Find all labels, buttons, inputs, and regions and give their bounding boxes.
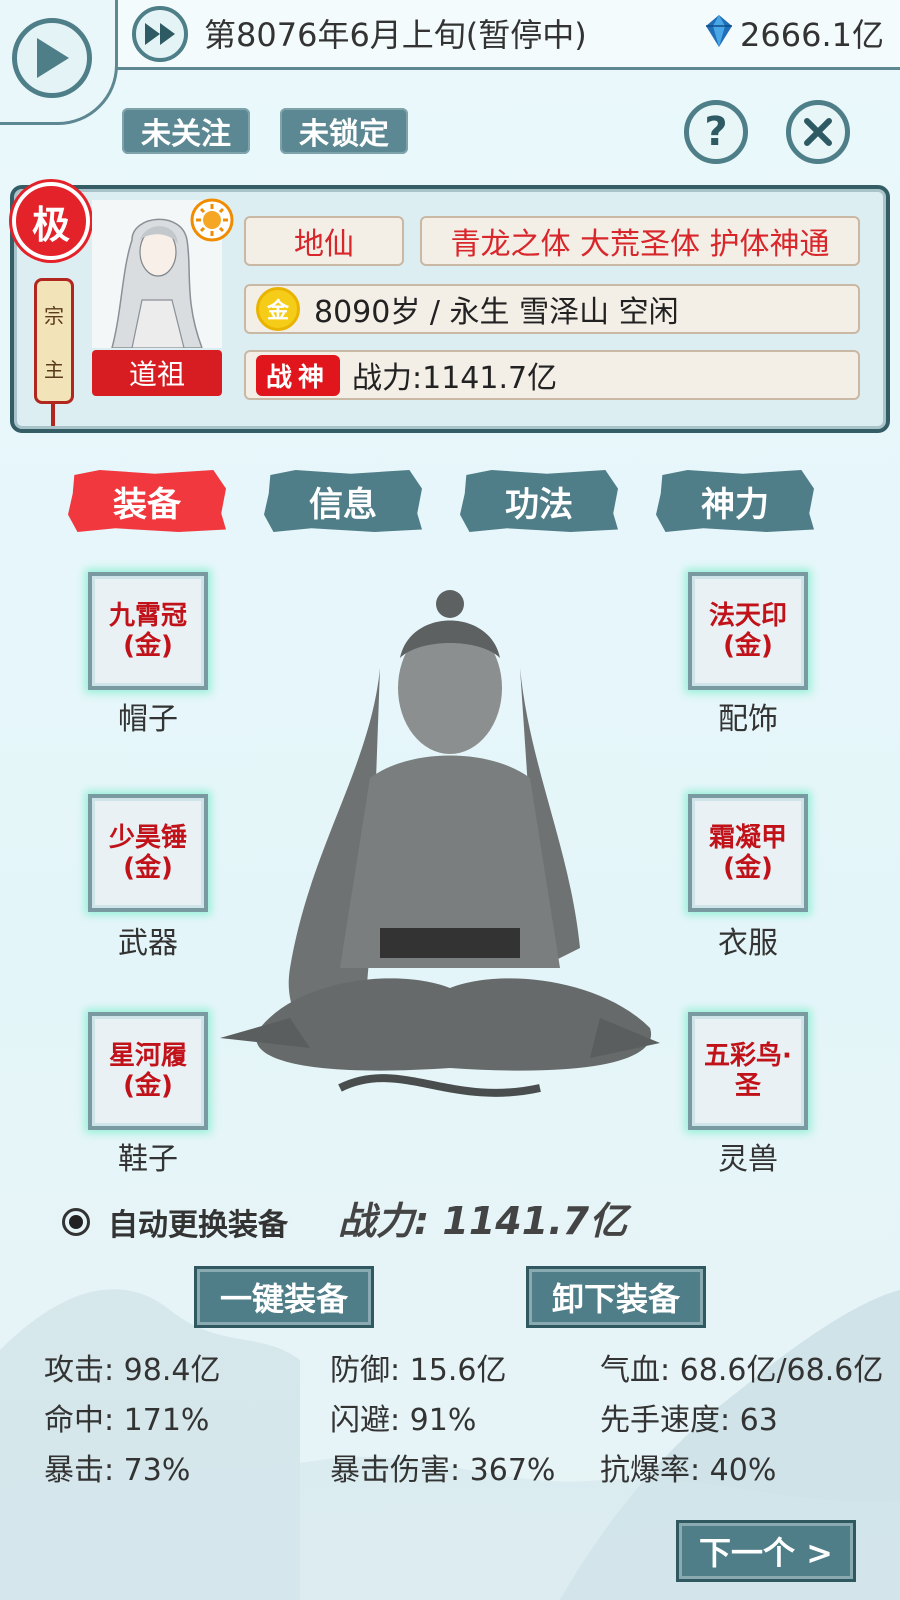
lantern-tassel — [51, 404, 55, 426]
fast-forward-button[interactable] — [132, 6, 188, 62]
equip-label-clothes: 衣服 — [718, 926, 778, 961]
stat-crit-damage: 暴击伤害: 367% — [330, 1453, 556, 1488]
auto-equip-label: 自动更换装备 — [108, 1208, 288, 1243]
stat-hp: 气血: 68.6亿/68.6亿 — [600, 1353, 884, 1388]
equip-label-accessory: 配饰 — [718, 702, 778, 737]
play-icon — [37, 38, 69, 78]
stat-crit: 暴击: 73% — [44, 1453, 191, 1488]
stat-speed: 先手速度: 63 — [600, 1403, 778, 1438]
stat-accuracy: 命中: 171% — [44, 1403, 210, 1438]
metal-element-icon: 金 — [256, 287, 300, 331]
close-button[interactable] — [786, 100, 850, 164]
equip-label-hat: 帽子 — [118, 702, 178, 737]
auto-equip-toggle[interactable]: 自动更换装备 — [62, 1200, 288, 1244]
age-field: 金 8090岁 / 永生 雪泽山 空闲 — [244, 284, 860, 334]
unequip-button[interactable]: 卸下装备 — [526, 1266, 706, 1328]
position-char-1: 宗 — [44, 303, 64, 328]
war-god-badge: 战神 — [256, 354, 341, 396]
equip-slot-clothes[interactable]: 霜凝甲(金) — [688, 794, 808, 912]
fast-forward-icon — [145, 23, 175, 45]
question-icon: ? — [704, 109, 728, 155]
sun-icon — [190, 198, 234, 242]
equip-slot-accessory[interactable]: 法天印(金) — [688, 572, 808, 690]
equipment-combat-power: 战力: 1141.7亿 — [338, 1199, 628, 1243]
position-char-2: 主 — [44, 357, 64, 382]
close-icon — [804, 118, 832, 146]
stat-defense: 防御: 15.6亿 — [330, 1353, 507, 1388]
stat-attack: 攻击: 98.4亿 — [44, 1353, 221, 1388]
radio-dot — [69, 1215, 83, 1229]
lock-status-button[interactable]: 未锁定 — [280, 108, 408, 154]
tab-equipment[interactable]: 装备 — [68, 470, 226, 532]
tab-techniques[interactable]: 功法 — [460, 470, 618, 532]
follow-status-button[interactable]: 未关注 — [122, 108, 250, 154]
stat-evasion: 闪避: 91% — [330, 1403, 477, 1438]
tab-info[interactable]: 信息 — [264, 470, 422, 532]
combat-power: 战力:1141.7亿 — [352, 361, 558, 396]
spirit-stone-icon — [706, 15, 732, 47]
power-field: 战神 战力:1141.7亿 — [244, 350, 860, 400]
character-title: 道祖 — [92, 350, 222, 396]
position-lantern: 宗 主 — [34, 278, 74, 404]
equip-all-button[interactable]: 一键装备 — [194, 1266, 374, 1328]
spirit-stone-count: 2666.1亿 — [740, 16, 884, 54]
character-figure — [220, 590, 660, 1097]
realm-field: 地仙 — [244, 216, 404, 266]
help-button[interactable]: ? — [684, 100, 748, 164]
game-date: 第8076年6月上旬(暂停中) — [204, 16, 587, 54]
grade-badge: 极 — [12, 182, 90, 260]
equip-label-shoes: 鞋子 — [118, 1142, 178, 1177]
play-button[interactable] — [12, 18, 92, 98]
auto-equip-radio[interactable] — [62, 1208, 90, 1236]
stat-crit-resist: 抗爆率: 40% — [600, 1453, 777, 1488]
equip-label-pet: 灵兽 — [718, 1142, 778, 1177]
equip-slot-pet[interactable]: 五彩鸟·圣 — [688, 1012, 808, 1130]
talents-field: 青龙之体 大荒圣体 护体神通 — [420, 216, 860, 266]
tab-divine-power[interactable]: 神力 — [656, 470, 814, 532]
equip-label-weapon: 武器 — [118, 926, 178, 961]
equip-slot-hat[interactable]: 九霄冠(金) — [88, 572, 208, 690]
age-info: 8090岁 / 永生 雪泽山 空闲 — [314, 295, 679, 330]
equip-slot-shoes[interactable]: 星河履(金) — [88, 1012, 208, 1130]
equip-slot-weapon[interactable]: 少昊锤(金) — [88, 794, 208, 912]
next-button[interactable]: 下一个 > — [676, 1520, 856, 1582]
